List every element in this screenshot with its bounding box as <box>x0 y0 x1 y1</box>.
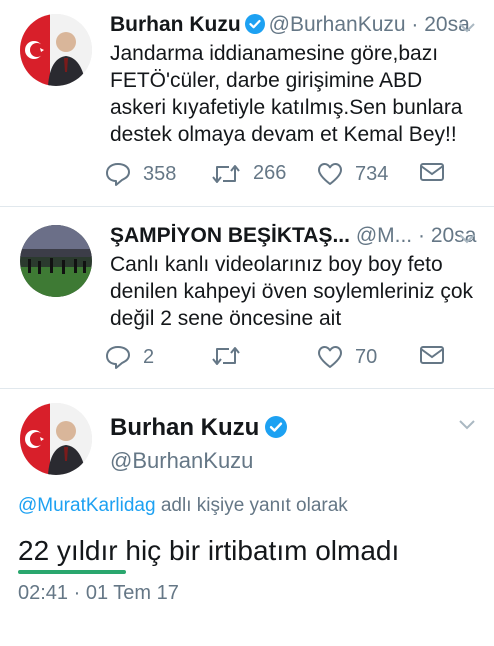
retweet-icon <box>212 164 240 183</box>
author-name[interactable]: Burhan Kuzu <box>110 414 259 441</box>
chevron-down-icon[interactable] <box>458 22 476 34</box>
author-name[interactable]: Burhan Kuzu <box>110 13 241 36</box>
retweet-icon <box>212 347 240 365</box>
author-handle[interactable]: @BurhanKuzu <box>269 13 406 36</box>
avatar[interactable] <box>20 14 92 86</box>
reply-icon <box>106 346 130 369</box>
separator: · <box>418 224 425 247</box>
dm-button[interactable] <box>419 162 445 182</box>
reply-context: @MuratKarlidag adlı kişiye yanıt olarak <box>18 495 348 517</box>
reply-context-text: adlı kişiye yanıt olarak <box>155 495 348 516</box>
detail-author-name[interactable]: Burhan Kuzu <box>110 414 291 445</box>
tweet-1[interactable]: Burhan Kuzu @BurhanKuzu · 20sa Jandarma i… <box>0 0 494 200</box>
reply-mention-link[interactable]: @MuratKarlidag <box>18 495 156 516</box>
envelope-icon <box>420 163 444 181</box>
avatar[interactable] <box>20 225 92 297</box>
tweet-actions: 358 266 734 <box>105 162 465 192</box>
separator: · <box>411 13 419 36</box>
retweet-count: 266 <box>253 162 287 184</box>
tweet-text: Canlı kanlı videolarınız boy boy feto de… <box>110 253 474 330</box>
heart-icon <box>318 346 342 368</box>
heart-icon <box>318 163 342 185</box>
retweet-button[interactable]: 266 <box>211 162 286 185</box>
tweet-header: Burhan Kuzu @BurhanKuzu · 20sa <box>110 12 470 41</box>
tweet-2[interactable]: ŞAMPİYON BEŞİKTAŞ... @M... · 20sa Canlı … <box>0 207 494 387</box>
like-count: 70 <box>355 345 378 368</box>
avatar[interactable] <box>20 403 92 475</box>
reply-count: 358 <box>143 162 177 185</box>
dm-button[interactable] <box>419 345 445 365</box>
detail-author-handle[interactable]: @BurhanKuzu <box>110 448 253 474</box>
reply-count: 2 <box>143 345 155 368</box>
reply-button[interactable]: 358 <box>105 162 176 186</box>
envelope-icon <box>420 346 444 364</box>
verified-badge-icon <box>244 14 265 41</box>
tweet-actions: 2 70 <box>105 345 465 375</box>
tweet-header: ŞAMPİYON BEŞİKTAŞ... @M... · 20sa <box>110 223 476 249</box>
highlight-underline <box>18 570 126 574</box>
detail-tweet-text: 22 yıldır hiç bir irtibatım olmadı <box>18 535 400 566</box>
chevron-down-icon[interactable] <box>458 233 476 245</box>
author-name[interactable]: ŞAMPİYON BEŞİKTAŞ... <box>110 224 350 247</box>
detail-timestamp[interactable]: 02:41 · 01 Tem 17 <box>18 582 179 605</box>
tweet-text: Jandarma iddianamesine göre,bazı FETÖ'cü… <box>110 42 463 146</box>
reply-icon <box>106 163 130 186</box>
author-handle[interactable]: @M... <box>356 224 412 247</box>
verified-badge-icon <box>265 416 288 445</box>
like-count: 734 <box>355 162 389 185</box>
like-button[interactable]: 734 <box>317 162 388 186</box>
chevron-down-icon[interactable] <box>458 419 476 431</box>
reply-button[interactable]: 2 <box>105 345 154 369</box>
like-button[interactable]: 70 <box>317 345 377 369</box>
retweet-button[interactable] <box>211 345 253 367</box>
